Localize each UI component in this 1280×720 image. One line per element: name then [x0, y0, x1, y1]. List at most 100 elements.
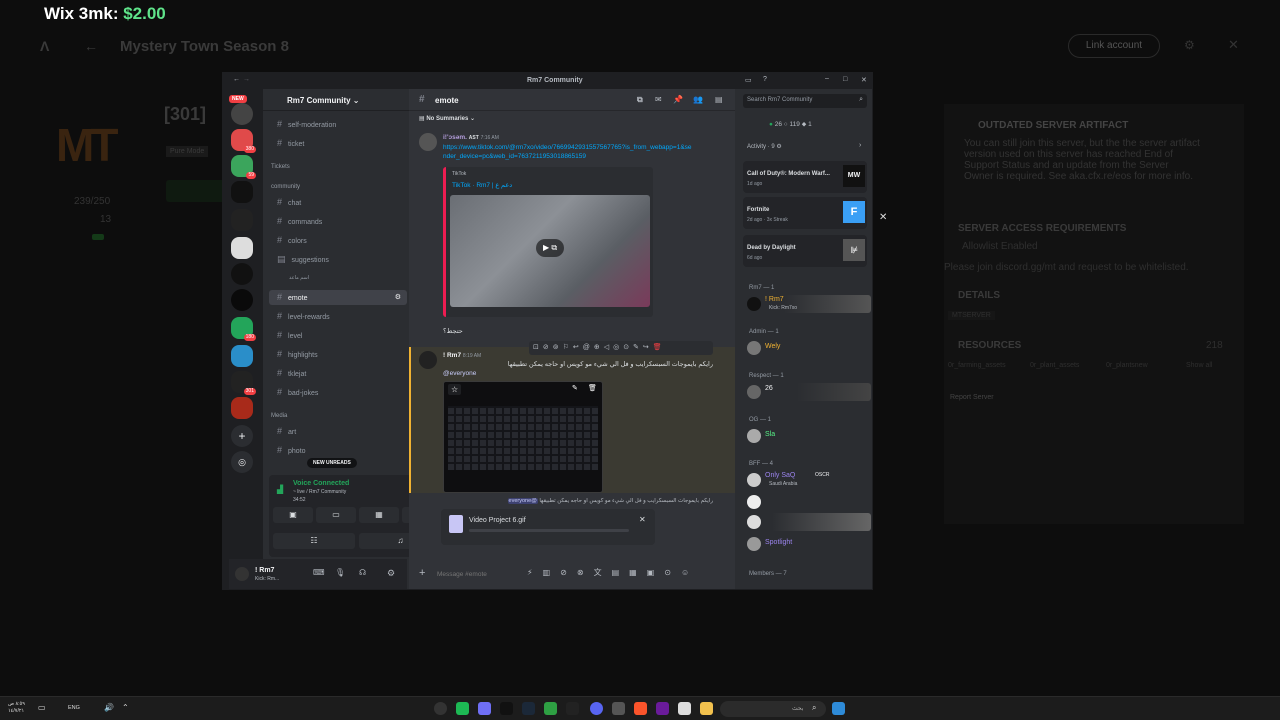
volume-icon[interactable]: 🔊: [104, 703, 114, 712]
video-thumbnail[interactable]: ▶ ⧉: [450, 195, 650, 307]
play-icon[interactable]: ▶ ⧉: [536, 239, 564, 257]
lang-indicator[interactable]: ENG: [68, 705, 80, 711]
settings-gear-icon[interactable]: ⚙: [387, 568, 395, 579]
channel-suggestions[interactable]: ▤ suggestions: [269, 252, 407, 267]
channel-photo[interactable]: # photo: [269, 443, 407, 458]
member-item[interactable]: [747, 493, 871, 511]
server-icon[interactable]: [231, 345, 253, 367]
maximize-icon[interactable]: □: [843, 76, 847, 83]
explore-icon[interactable]: ◎: [231, 451, 253, 473]
new-unreads-pill[interactable]: NEW UNREADS: [307, 458, 357, 468]
server-icon[interactable]: [231, 397, 253, 419]
modal-close-icon[interactable]: ✕: [879, 212, 887, 223]
server-icon[interactable]: 59: [231, 155, 256, 179]
voice-channel-label[interactable]: ~ live / Rm7 Community: [293, 489, 346, 495]
activity-card[interactable]: Fortnite 2d ago · 3x Streak F: [743, 197, 867, 229]
edit-icon[interactable]: ✎: [572, 384, 578, 392]
channel-self-moderation[interactable]: # self-moderation: [269, 117, 407, 132]
activity-card[interactable]: Call of Duty®: Modern Warf... 1d ago MW: [743, 161, 867, 193]
close-window-icon[interactable]: ✕: [861, 76, 867, 84]
start-icon[interactable]: [832, 702, 845, 715]
server-icon-selected[interactable]: [231, 263, 253, 285]
nav-back-icon[interactable]: ←: [233, 76, 240, 83]
message-link[interactable]: https://www.tiktok.com/@rm7xo/video/7669…: [443, 143, 693, 161]
avatar[interactable]: [419, 133, 437, 151]
activities-button[interactable]: ▦: [359, 507, 399, 523]
server-icon[interactable]: [231, 289, 253, 311]
server-name-header[interactable]: Rm7 Community ⌄: [263, 89, 409, 111]
channel-commands[interactable]: # commands: [269, 214, 407, 229]
notification-icon[interactable]: ✉: [655, 95, 662, 104]
server-icon[interactable]: 380: [231, 129, 256, 153]
category-community[interactable]: community: [271, 184, 300, 190]
settings-icon[interactable]: ⚙: [1184, 38, 1195, 52]
camera-button[interactable]: ▣: [273, 507, 313, 523]
star-icon[interactable]: ☆: [448, 384, 462, 395]
tiktok-icon[interactable]: [500, 702, 513, 715]
avatar[interactable]: [419, 351, 437, 369]
report-server-button[interactable]: Report Server: [950, 394, 994, 401]
member-item[interactable]: Only SaQ OSCR Saudi Arabia: [747, 471, 871, 489]
steam-icon[interactable]: [522, 702, 535, 715]
back-arrow-icon[interactable]: ←: [84, 38, 98, 54]
user-settings-button[interactable]: ☷: [273, 533, 355, 549]
server-icon[interactable]: [231, 103, 253, 125]
embed-title[interactable]: TikTok · Rm7 | دعم ع: [452, 181, 512, 189]
member-item[interactable]: Wely: [747, 339, 871, 357]
attach-icon[interactable]: +: [419, 567, 425, 579]
message-author[interactable]: i!'ɔsəm. AST 7:16 AM: [443, 133, 499, 143]
channel-bad-jokes[interactable]: # bad-jokes: [269, 385, 407, 400]
channel-level-rewards[interactable]: # level-rewards: [269, 309, 407, 324]
app-icon[interactable]: [544, 702, 557, 715]
app-icon[interactable]: [656, 702, 669, 715]
channel-highlights[interactable]: # highlights: [269, 347, 407, 362]
channel-ticket[interactable]: # ticket: [269, 136, 407, 151]
channel-settings-icon[interactable]: ⚙: [395, 290, 401, 305]
taskbar-clock[interactable]: ٨:٥٩ ص ١٤/٧/٢١: [8, 701, 25, 715]
search-box[interactable]: Search Rm7 Community ⌕: [743, 94, 867, 108]
summaries-dropdown[interactable]: ▤ No Summaries ⌄: [419, 115, 475, 122]
mention[interactable]: @everyone: [443, 369, 476, 378]
connect-button[interactable]: [166, 180, 226, 202]
avatar[interactable]: [235, 567, 249, 581]
gamepad-icon[interactable]: ⌨: [313, 568, 325, 577]
thread-item[interactable]: اسم ماعد: [269, 271, 407, 286]
server-icon[interactable]: [231, 181, 253, 203]
app-icon[interactable]: [456, 702, 469, 715]
brave-icon[interactable]: [634, 702, 647, 715]
server-icon[interactable]: [231, 209, 253, 231]
show-all-button[interactable]: Show all: [1186, 362, 1212, 369]
minimize-icon[interactable]: –: [825, 75, 829, 82]
screenshare-button[interactable]: ▭: [316, 507, 356, 523]
app-icon[interactable]: [478, 702, 491, 715]
chevron-right-icon[interactable]: ›: [859, 142, 861, 149]
link-account-button[interactable]: Link account: [1068, 34, 1160, 58]
inbox-icon[interactable]: ▭: [745, 76, 752, 84]
folder-icon[interactable]: [700, 702, 713, 715]
category-tickets[interactable]: Tickets: [271, 164, 290, 170]
fivem-icon[interactable]: [566, 702, 579, 715]
headset-icon[interactable]: ☊: [359, 568, 366, 577]
message-input[interactable]: [437, 567, 517, 581]
channel-emote[interactable]: # emote ⚙: [269, 290, 407, 305]
composer-icons[interactable]: ⚡▥⊘⊗文▤▦▣⊙☺: [527, 567, 699, 578]
help-icon[interactable]: ?: [763, 76, 767, 83]
category-media[interactable]: Media: [271, 413, 287, 419]
activity-header[interactable]: Activity · 9 ⚙: [747, 143, 782, 150]
server-icon[interactable]: 301: [231, 371, 256, 395]
channel-chat[interactable]: # chat: [269, 195, 407, 210]
close-icon[interactable]: ✕: [1228, 37, 1239, 53]
threads-icon[interactable]: ⧉: [637, 95, 643, 105]
mic-icon[interactable]: 🎙: [335, 568, 345, 577]
tray-chevron-icon[interactable]: ⌃: [122, 703, 129, 712]
nav-forward-icon[interactable]: →: [243, 76, 250, 83]
sidebar-toggle-icon[interactable]: ▤: [715, 95, 723, 104]
server-icon[interactable]: [231, 237, 253, 259]
server-icon[interactable]: 180: [231, 317, 256, 341]
pin-icon[interactable]: 📌: [673, 95, 683, 104]
app-icon[interactable]: [434, 702, 447, 715]
member-item[interactable]: Spotlight: [747, 535, 871, 553]
channel-level[interactable]: # level: [269, 328, 407, 343]
taskbar-search[interactable]: بحث ⌕: [720, 701, 826, 717]
member-item[interactable]: [747, 513, 871, 531]
